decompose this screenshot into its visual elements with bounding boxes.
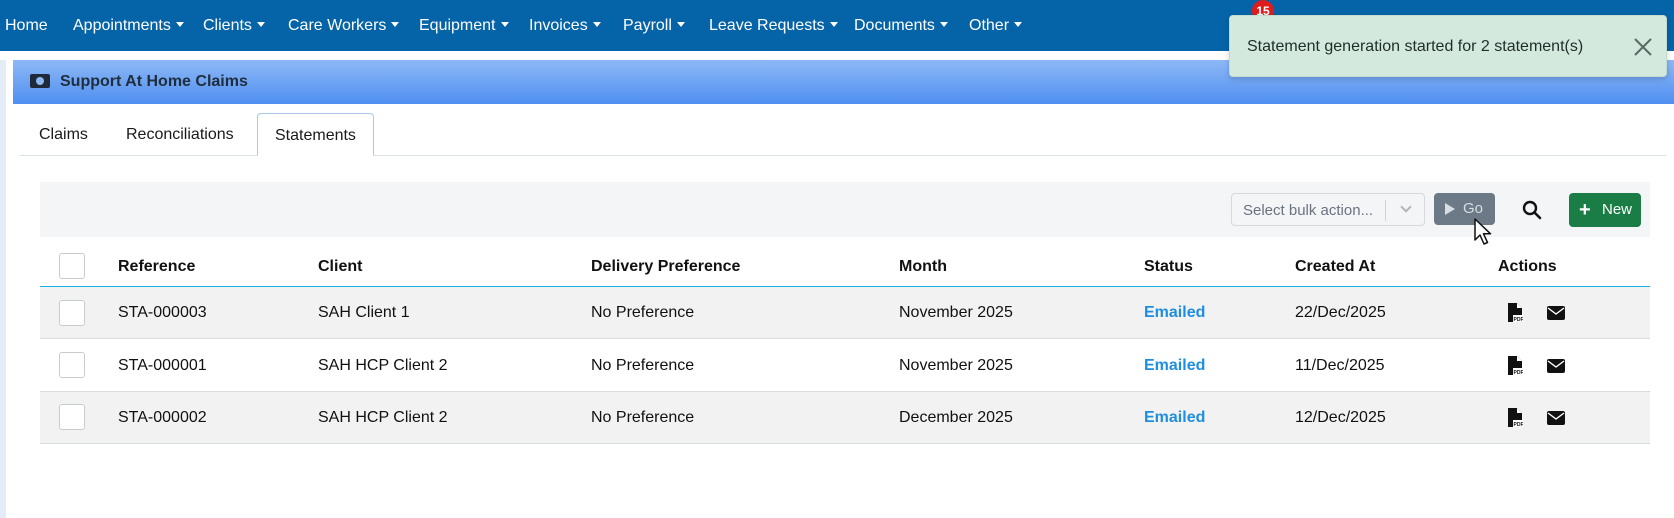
caret-down-icon [592, 22, 601, 27]
close-icon[interactable] [1633, 37, 1653, 57]
caret-down-icon [256, 22, 265, 27]
nav-documents-label: Documents [854, 17, 935, 34]
nav-invoices[interactable]: Invoices [529, 0, 601, 51]
caret-down-icon [939, 22, 948, 27]
status-badge[interactable]: Emailed [1144, 287, 1205, 339]
play-icon [1445, 203, 1455, 215]
new-button-label: New [1602, 201, 1633, 218]
cell-created-at: 22/Dec/2025 [1295, 304, 1386, 321]
nav-documents[interactable]: Documents [854, 0, 948, 51]
nav-other-label: Other [969, 17, 1010, 34]
nav-home-label: Home [5, 17, 48, 34]
cell-client: SAH HCP Client 2 [318, 409, 448, 426]
nav-payroll[interactable]: Payroll [623, 0, 685, 51]
caret-down-icon [1014, 22, 1023, 27]
search-icon[interactable] [1520, 198, 1544, 222]
status-badge[interactable]: Emailed [1144, 340, 1205, 392]
caret-down-icon [500, 22, 509, 27]
toast-notification: Statement generation started for 2 state… [1229, 15, 1667, 77]
row-checkbox[interactable] [59, 352, 85, 378]
bulk-action-placeholder: Select bulk action... [1243, 202, 1374, 219]
envelope-icon[interactable] [1547, 359, 1565, 373]
tab-reconciliations[interactable]: Reconciliations [126, 113, 234, 156]
caret-down-icon [175, 22, 184, 27]
nav-care-workers[interactable]: Care Workers [288, 0, 400, 51]
mouse-cursor-icon [1474, 218, 1492, 245]
svg-text:PDF: PDF [1514, 370, 1524, 376]
new-button[interactable]: + New [1569, 193, 1641, 227]
caret-down-icon [676, 22, 685, 27]
table-row[interactable] [40, 392, 1650, 444]
tab-claims[interactable]: Claims [39, 113, 88, 156]
nav-care-workers-label: Care Workers [288, 17, 387, 34]
caret-down-icon [391, 22, 400, 27]
page-title: Support At Home Claims [60, 73, 248, 90]
nav-leave-requests-label: Leave Requests [709, 17, 825, 34]
nav-appointments-label: Appointments [73, 17, 171, 34]
row-checkbox[interactable] [59, 300, 85, 326]
cell-client: SAH HCP Client 2 [318, 357, 448, 374]
pdf-file-icon[interactable]: PDF [1507, 356, 1523, 376]
select-separator [1385, 200, 1386, 221]
table-row[interactable] [40, 340, 1650, 392]
nav-payroll-label: Payroll [623, 17, 672, 34]
table-row[interactable] [40, 287, 1650, 339]
bulk-action-select[interactable]: Select bulk action... [1231, 193, 1425, 226]
sidebar-edge [0, 60, 6, 518]
pdf-file-icon[interactable]: PDF [1507, 303, 1523, 323]
envelope-icon[interactable] [1547, 306, 1565, 320]
cell-reference[interactable]: STA-000002 [118, 392, 207, 444]
column-header-status[interactable]: Status [1144, 256, 1193, 278]
cell-client: SAH Client 1 [318, 304, 410, 321]
money-icon [30, 74, 50, 88]
nav-home[interactable]: Home [5, 0, 48, 51]
svg-text:PDF: PDF [1514, 317, 1524, 323]
cell-reference[interactable]: STA-000003 [118, 287, 207, 339]
cell-month: November 2025 [899, 357, 1013, 374]
cell-delivery-preference: No Preference [591, 409, 695, 426]
cell-month: November 2025 [899, 304, 1013, 321]
nav-equipment-label: Equipment [419, 17, 496, 34]
column-header-created-at[interactable]: Created At [1295, 256, 1375, 278]
toast-message: Statement generation started for 2 state… [1247, 38, 1584, 55]
cell-created-at: 11/Dec/2025 [1295, 357, 1385, 374]
cell-delivery-preference: No Preference [591, 304, 695, 321]
nav-appointments[interactable]: Appointments [73, 0, 184, 51]
nav-invoices-label: Invoices [529, 17, 588, 34]
nav-leave-requests[interactable]: Leave Requests [709, 0, 838, 51]
column-header-client[interactable]: Client [318, 256, 362, 278]
cell-reference[interactable]: STA-000001 [118, 340, 207, 392]
pdf-file-icon[interactable]: PDF [1507, 408, 1523, 428]
nav-equipment[interactable]: Equipment [419, 0, 509, 51]
nav-clients[interactable]: Clients [203, 0, 265, 51]
cell-month: December 2025 [899, 409, 1013, 426]
column-header-actions: Actions [1498, 258, 1557, 275]
nav-clients-label: Clients [203, 17, 252, 34]
plus-icon: + [1579, 199, 1591, 221]
caret-down-icon [829, 22, 838, 27]
status-badge[interactable]: Emailed [1144, 392, 1205, 444]
column-header-delivery-preference[interactable]: Delivery Preference [591, 256, 740, 278]
svg-text:PDF: PDF [1514, 422, 1524, 428]
select-all-checkbox[interactable] [59, 253, 85, 279]
envelope-icon[interactable] [1547, 411, 1565, 425]
tab-statements[interactable]: Statements [257, 113, 374, 156]
column-header-reference[interactable]: Reference [118, 256, 195, 278]
chevron-down-icon [1400, 201, 1412, 213]
column-header-month[interactable]: Month [899, 256, 947, 278]
cell-delivery-preference: No Preference [591, 357, 695, 374]
cell-created-at: 12/Dec/2025 [1295, 409, 1386, 426]
nav-other[interactable]: Other [969, 0, 1023, 51]
row-checkbox[interactable] [59, 404, 85, 430]
